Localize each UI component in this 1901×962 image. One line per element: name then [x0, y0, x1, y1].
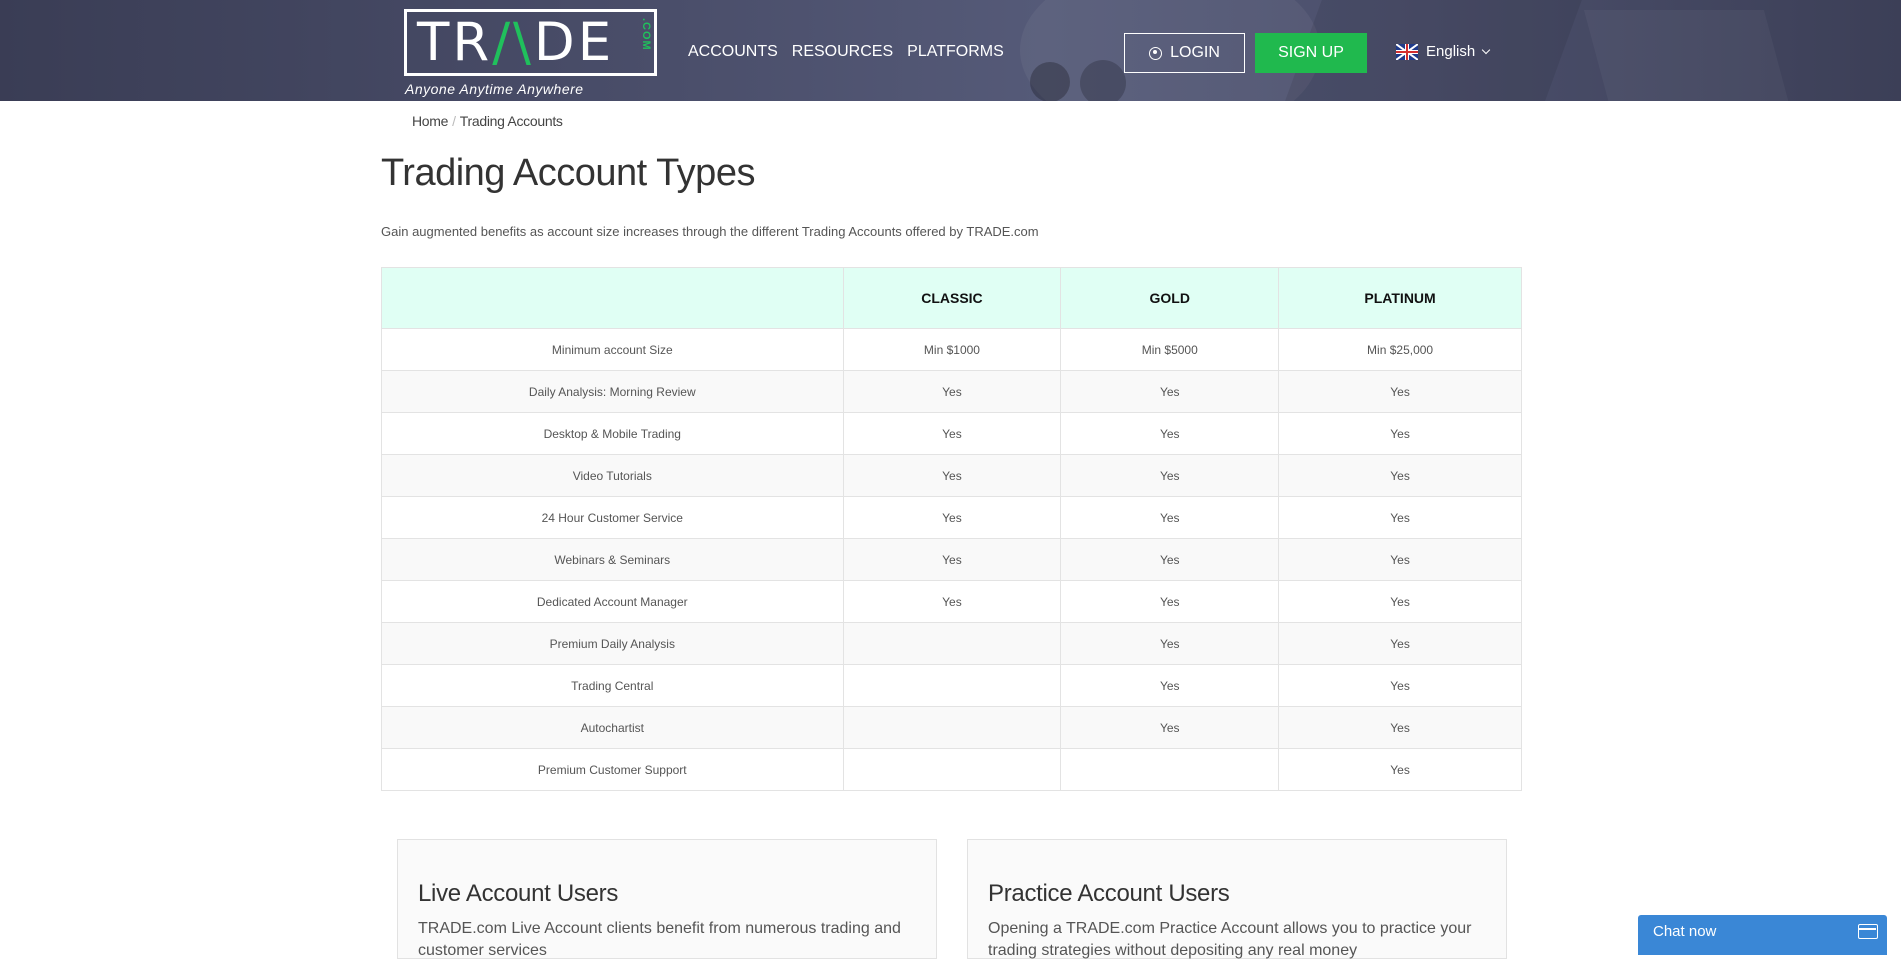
nav-accounts[interactable]: ACCOUNTS — [688, 43, 778, 61]
column-header-classic: CLASSIC — [842, 267, 1062, 329]
feature-value-cell: Yes — [1278, 454, 1522, 497]
logo-com: .COM — [640, 18, 652, 51]
header-background-shape — [1030, 62, 1070, 101]
logo-wordmark: TR/\DE — [417, 12, 615, 73]
table-row: Daily Analysis: Morning Review Yes Yes Yes — [381, 370, 1522, 413]
feature-value-cell: Yes — [1060, 370, 1280, 413]
language-selector[interactable]: English — [1396, 43, 1491, 60]
chevron-down-icon — [1481, 45, 1491, 54]
chat-now-button[interactable]: Chat now — [1638, 915, 1887, 955]
column-header-gold: GOLD — [1060, 267, 1280, 329]
page-title: Trading Account Types — [381, 152, 755, 194]
user-icon — [1149, 46, 1163, 60]
table-row: Webinars & Seminars Yes Yes Yes — [381, 538, 1522, 581]
feature-value-cell: Yes — [842, 580, 1062, 623]
table-row: Dedicated Account Manager Yes Yes Yes — [381, 580, 1522, 623]
card-text: TRADE.com Live Account clients benefit f… — [418, 920, 901, 959]
feature-name-cell: Daily Analysis: Morning Review — [381, 370, 844, 413]
breadcrumb: Home / Trading Accounts — [412, 113, 563, 129]
feature-value-cell: Yes — [1278, 580, 1522, 623]
breadcrumb-current: Trading Accounts — [459, 113, 563, 129]
table-row: Premium Customer Support Yes — [381, 748, 1522, 791]
feature-value-cell: Min $25,000 — [1278, 328, 1522, 371]
feature-value-cell: Yes — [1060, 412, 1280, 455]
feature-value-cell: Yes — [1278, 538, 1522, 581]
feature-value-cell: Yes — [842, 496, 1062, 539]
feature-value-cell: Yes — [1278, 748, 1522, 791]
feature-name-cell: Premium Customer Support — [381, 748, 844, 791]
feature-name-cell: Autochartist — [381, 706, 844, 749]
table-row: Desktop & Mobile Trading Yes Yes Yes — [381, 412, 1522, 455]
page-intro: Gain augmented benefits as account size … — [381, 224, 1039, 239]
nav-platforms[interactable]: PLATFORMS — [907, 43, 1004, 61]
feature-value-cell: Yes — [1060, 496, 1280, 539]
signup-button[interactable]: SIGN UP — [1255, 33, 1367, 73]
account-types-table: CLASSIC GOLD PLATINUM Minimum account Si… — [381, 267, 1522, 791]
feature-value-cell: Yes — [842, 370, 1062, 413]
live-account-card[interactable]: Live Account Users TRADE.com Live Accoun… — [397, 839, 937, 959]
header-background-shape — [1080, 60, 1126, 101]
site-header: TR/\DE .COM Anyone Anytime Anywhere ACCO… — [0, 0, 1901, 101]
chat-window-icon — [1858, 924, 1878, 939]
login-button[interactable]: LOGIN — [1124, 33, 1245, 73]
trade-logo[interactable]: TR/\DE .COM — [404, 9, 657, 76]
logo-tagline: Anyone Anytime Anywhere — [405, 81, 584, 97]
feature-value-cell: Yes — [1060, 664, 1280, 707]
feature-name-cell: Trading Central — [381, 664, 844, 707]
table-header-row: CLASSIC GOLD PLATINUM — [381, 267, 1522, 329]
feature-value-cell — [842, 664, 1062, 707]
feature-value-cell — [842, 622, 1062, 665]
feature-value-cell: Yes — [1278, 412, 1522, 455]
login-label: LOGIN — [1170, 44, 1220, 61]
column-header-platinum: PLATINUM — [1278, 267, 1522, 329]
feature-name-cell: Video Tutorials — [381, 454, 844, 497]
card-title: Live Account Users — [418, 880, 619, 907]
feature-value-cell: Yes — [1060, 706, 1280, 749]
card-text: Opening a TRADE.com Practice Account all… — [988, 920, 1472, 959]
feature-value-cell: Yes — [842, 538, 1062, 581]
feature-name-cell: Webinars & Seminars — [381, 538, 844, 581]
table-row: Video Tutorials Yes Yes Yes — [381, 454, 1522, 497]
feature-value-cell: Min $5000 — [1060, 328, 1280, 371]
table-row: Premium Daily Analysis Yes Yes — [381, 622, 1522, 665]
feature-name-cell: 24 Hour Customer Service — [381, 496, 844, 539]
feature-value-cell: Yes — [842, 454, 1062, 497]
uk-flag-icon — [1396, 43, 1418, 60]
column-header-feature — [381, 267, 844, 329]
feature-value-cell: Yes — [1060, 454, 1280, 497]
table-row: Autochartist Yes Yes — [381, 706, 1522, 749]
feature-value-cell: Yes — [1060, 538, 1280, 581]
chat-label: Chat now — [1653, 923, 1717, 940]
feature-value-cell: Yes — [1278, 370, 1522, 413]
language-label: English — [1426, 43, 1476, 60]
feature-value-cell: Yes — [1278, 706, 1522, 749]
feature-value-cell: Yes — [1278, 622, 1522, 665]
table-row: Minimum account Size Min $1000 Min $5000 Mi… — [381, 328, 1522, 371]
table-row: 24 Hour Customer Service Yes Yes Yes — [381, 496, 1522, 539]
feature-value-cell — [842, 748, 1062, 791]
breadcrumb-home[interactable]: Home — [412, 113, 448, 129]
table-row: Trading Central Yes Yes — [381, 664, 1522, 707]
card-title: Practice Account Users — [988, 880, 1230, 907]
feature-value-cell: Yes — [842, 412, 1062, 455]
feature-name-cell: Minimum account Size — [381, 328, 844, 371]
feature-name-cell: Desktop & Mobile Trading — [381, 412, 844, 455]
feature-value-cell — [842, 706, 1062, 749]
feature-name-cell: Dedicated Account Manager — [381, 580, 844, 623]
main-nav: ACCOUNTS RESOURCES PLATFORMS — [688, 43, 1004, 61]
feature-value-cell: Yes — [1060, 622, 1280, 665]
nav-resources[interactable]: RESOURCES — [792, 43, 893, 61]
breadcrumb-separator: / — [452, 113, 456, 129]
feature-name-cell: Premium Daily Analysis — [381, 622, 844, 665]
feature-value-cell: Yes — [1278, 664, 1522, 707]
feature-value-cell — [1060, 748, 1280, 791]
feature-value-cell: Min $1000 — [842, 328, 1062, 371]
feature-value-cell: Yes — [1060, 580, 1280, 623]
feature-value-cell: Yes — [1278, 496, 1522, 539]
practice-account-card[interactable]: Practice Account Users Opening a TRADE.c… — [967, 839, 1507, 959]
header-background-shape — [1583, 10, 1797, 101]
